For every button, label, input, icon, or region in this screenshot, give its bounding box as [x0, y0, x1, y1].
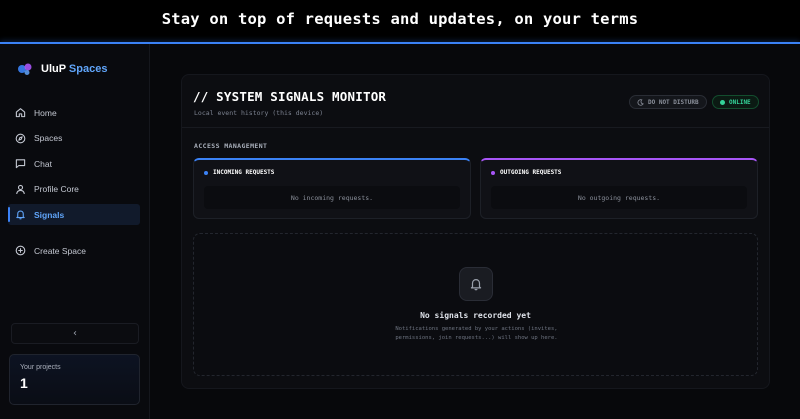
projects-count: 1: [20, 375, 28, 391]
outgoing-requests-title: OUTGOING REQUESTS: [500, 169, 562, 176]
online-label: ONLINE: [729, 98, 751, 106]
brand-name: UluP Spaces: [41, 63, 107, 75]
top-banner: Stay on top of requests and updates, on …: [0, 0, 800, 42]
bell-icon: [16, 210, 25, 220]
do-not-disturb-toggle[interactable]: DO NOT DISTURB: [629, 95, 707, 109]
user-icon: [16, 184, 25, 194]
sidebar-item-profile-core[interactable]: Profile Core: [8, 179, 140, 200]
create-space-button[interactable]: Create Space: [8, 240, 140, 261]
online-dot-icon: [720, 99, 725, 105]
brand[interactable]: UluP Spaces: [17, 61, 107, 77]
moon-icon: [637, 98, 644, 106]
projects-card[interactable]: Your projects 1: [9, 354, 140, 405]
sidebar-item-signals[interactable]: Signals: [8, 204, 140, 226]
page-title: // SYSTEM SIGNALS MONITOR: [193, 89, 387, 104]
sidebar-item-label: Home: [34, 107, 57, 118]
projects-label: Your projects: [20, 364, 61, 371]
signals-panel: // SYSTEM SIGNALS MONITOR Local event hi…: [181, 74, 770, 389]
chat-icon: [15, 159, 26, 169]
create-space-label: Create Space: [34, 245, 86, 256]
banner-text: Stay on top of requests and updates, on …: [161, 10, 639, 28]
outgoing-requests-empty: No outgoing requests.: [491, 186, 747, 209]
brand-logo-icon: [18, 63, 32, 75]
outgoing-dot-icon: [491, 170, 495, 175]
outgoing-requests-header: OUTGOING REQUESTS: [491, 169, 561, 176]
collapse-sidebar-button[interactable]: ‹: [11, 323, 139, 344]
online-status-badge[interactable]: ONLINE: [712, 95, 759, 109]
brand-name-main: UluP: [41, 63, 66, 75]
compass-icon: [15, 133, 26, 143]
incoming-dot-icon: [204, 170, 208, 175]
bell-icon: [470, 279, 482, 291]
empty-state-bell: [459, 267, 493, 301]
incoming-requests-empty: No incoming requests.: [204, 186, 460, 209]
home-icon: [15, 108, 26, 118]
page-subtitle: Local event history (this device): [194, 109, 324, 117]
brand-name-accent: Spaces: [68, 63, 108, 75]
sidebar-item-home[interactable]: Home: [8, 102, 140, 123]
sidebar-item-spaces[interactable]: Spaces: [8, 128, 140, 149]
sidebar-item-chat[interactable]: Chat: [8, 153, 140, 174]
empty-state-description: Notifications generated by your actions …: [395, 326, 558, 341]
sidebar-item-label: Signals: [34, 209, 65, 220]
sidebar-item-label: Spaces: [34, 133, 63, 144]
signals-empty-state: No signals recorded yet Notifications ge…: [193, 233, 758, 376]
sidebar-item-label: Chat: [34, 158, 52, 169]
incoming-requests-card: INCOMING REQUESTS No incoming requests.: [193, 158, 471, 219]
header-divider: [182, 127, 769, 128]
chevron-left-icon: ‹: [73, 328, 77, 339]
incoming-requests-header: INCOMING REQUESTS: [204, 169, 274, 176]
access-management-label: ACCESS MANAGEMENT: [194, 142, 268, 150]
empty-state-title: No signals recorded yet: [420, 311, 531, 320]
sidebar: UluP Spaces Home Spaces Chat Profile Cor…: [0, 44, 150, 419]
incoming-requests-title: INCOMING REQUESTS: [213, 169, 275, 176]
plus-circle-icon: [15, 246, 26, 256]
outgoing-requests-card: OUTGOING REQUESTS No outgoing requests.: [480, 158, 758, 219]
dnd-label: DO NOT DISTURB: [648, 98, 699, 106]
sidebar-item-label: Profile Core: [34, 184, 79, 195]
sidebar-nav: Home Spaces Chat Profile Core Signals Cr…: [8, 102, 140, 266]
app-window: UluP Spaces Home Spaces Chat Profile Cor…: [0, 44, 800, 419]
